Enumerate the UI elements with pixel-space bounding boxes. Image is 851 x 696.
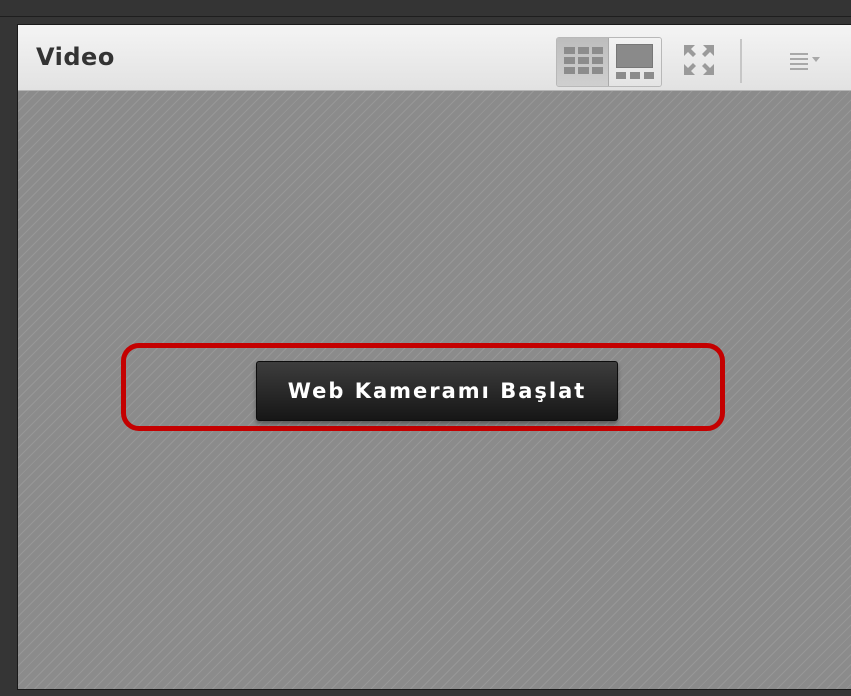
start-webcam-button[interactable]: Web Kameramı Başlat bbox=[256, 361, 618, 421]
pod-menu-icon[interactable] bbox=[788, 49, 824, 71]
video-area: Web Kameramı Başlat bbox=[18, 91, 851, 689]
single-layout-button[interactable] bbox=[609, 38, 661, 86]
video-pod: Video Web Kameramı Başlat bbox=[17, 24, 851, 690]
pod-header: Video bbox=[18, 25, 851, 91]
window-top-bar bbox=[0, 0, 851, 17]
grid-layout-icon bbox=[564, 47, 603, 74]
fullscreen-icon[interactable] bbox=[682, 43, 716, 77]
layout-toggle bbox=[556, 37, 662, 87]
header-divider bbox=[740, 39, 742, 83]
app-window: Video Web Kameramı Başlat bbox=[0, 0, 851, 696]
grid-layout-button[interactable] bbox=[557, 38, 609, 86]
pod-title: Video bbox=[36, 43, 115, 71]
single-layout-icon bbox=[616, 44, 653, 68]
